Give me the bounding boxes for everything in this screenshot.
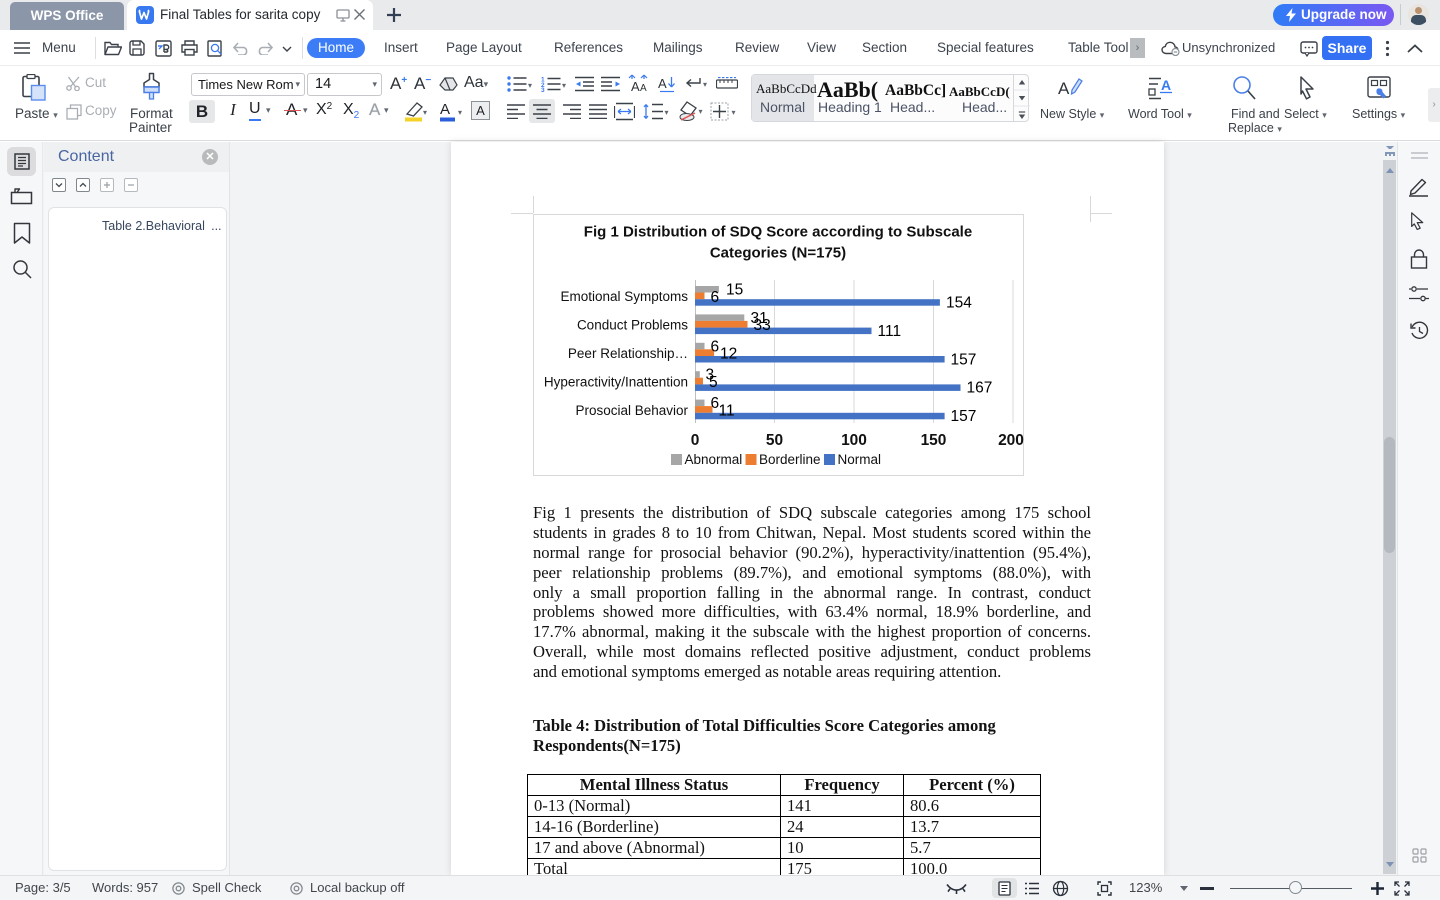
- svg-text:111: 111: [878, 323, 902, 340]
- svg-text:167: 167: [967, 380, 993, 397]
- svg-text:Emotional Symptoms: Emotional Symptoms: [560, 289, 688, 304]
- svg-text:▾: ▾: [562, 81, 566, 90]
- svg-text:0: 0: [691, 432, 700, 449]
- svg-text:Prosocial Behavior: Prosocial Behavior: [575, 403, 688, 418]
- svg-text:Fig 1 Distribution of SDQ Scor: Fig 1 Distribution of SDQ Score accordin…: [584, 224, 972, 241]
- svg-text:A: A: [631, 79, 640, 93]
- svg-text:100: 100: [841, 432, 867, 449]
- svg-text:▾: ▾: [703, 80, 707, 89]
- svg-text:12: 12: [720, 346, 737, 363]
- svg-text:5: 5: [709, 374, 718, 391]
- svg-text:A: A: [1058, 79, 1070, 98]
- svg-text:A: A: [640, 83, 647, 93]
- svg-text:Borderline: Borderline: [759, 452, 821, 467]
- svg-text:15: 15: [726, 282, 743, 299]
- svg-text:6: 6: [711, 289, 720, 306]
- svg-text:50: 50: [766, 432, 783, 449]
- svg-text:Hyperactivity/Inattention: Hyperactivity/Inattention: [544, 374, 688, 389]
- svg-text:▾: ▾: [699, 107, 703, 116]
- svg-text:Peer Relationship…: Peer Relationship…: [568, 346, 688, 361]
- svg-text:A: A: [1161, 77, 1171, 93]
- svg-text:150: 150: [921, 432, 947, 449]
- svg-text:200: 200: [998, 432, 1024, 449]
- svg-text:154: 154: [946, 295, 972, 312]
- svg-text:Conduct Problems: Conduct Problems: [577, 318, 688, 333]
- svg-text:157: 157: [951, 408, 977, 425]
- svg-text:Categories (N=175): Categories (N=175): [710, 245, 846, 262]
- svg-text:Abnormal: Abnormal: [685, 452, 743, 467]
- svg-text:▾: ▾: [458, 108, 462, 117]
- svg-text:6: 6: [711, 338, 720, 355]
- svg-text:33: 33: [754, 317, 771, 334]
- svg-text:▾: ▾: [423, 108, 427, 117]
- svg-text:11: 11: [719, 402, 735, 419]
- svg-text:Normal: Normal: [838, 452, 882, 467]
- svg-text:▾: ▾: [665, 108, 669, 117]
- svg-text:157: 157: [951, 351, 977, 368]
- svg-text:▾: ▾: [528, 81, 532, 90]
- svg-text:▾: ▾: [732, 108, 736, 117]
- svg-text:3: 3: [541, 87, 545, 92]
- svg-text:A: A: [658, 76, 667, 91]
- svg-text:A: A: [440, 101, 450, 118]
